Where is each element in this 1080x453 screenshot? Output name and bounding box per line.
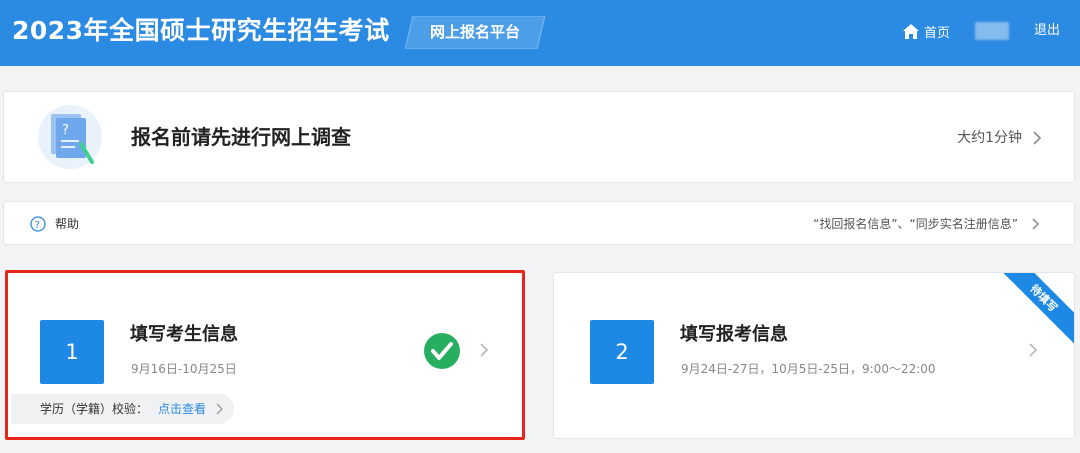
question-circle-icon: ?	[30, 216, 46, 232]
site-title: 2023年全国硕士研究生招生考试	[12, 16, 390, 45]
education-verify-bar: 学历（学籍）校验： 点击查看	[11, 394, 234, 424]
home-label: 首页	[924, 25, 951, 41]
help-label: 帮助	[55, 217, 80, 231]
status-ribbon-label: 待填写	[1027, 282, 1060, 315]
verify-label: 学历（学籍）校验：	[40, 402, 149, 416]
step-dates-2: 9月24日-27日，10月5日-25日，9:00～22:00	[681, 362, 936, 376]
survey-document-icon: ?	[38, 105, 102, 169]
logout-link[interactable]: 退出	[1034, 21, 1060, 41]
survey-card[interactable]: ? 报名前请先进行网上调查 大约1分钟	[3, 91, 1075, 183]
chevron-right-icon	[1032, 218, 1040, 230]
step-title-2: 填写报考信息	[680, 324, 788, 345]
chevron-right-icon	[1033, 131, 1042, 145]
check-circle-icon	[424, 333, 460, 369]
status-ribbon: 待填写	[993, 273, 1074, 349]
help-card[interactable]: ? 帮助 “找回报名信息”、“同步实名注册信息”	[3, 201, 1075, 245]
platform-badge: 网上报名平台	[405, 16, 545, 49]
chevron-right-icon	[480, 343, 489, 357]
step-dates-1: 9月16日-10月25日	[131, 362, 237, 376]
step-number-1: 1	[40, 320, 104, 384]
platform-badge-label: 网上报名平台	[429, 23, 520, 41]
step-title-1: 填写考生信息	[130, 324, 238, 345]
survey-title: 报名前请先进行网上调查	[131, 125, 351, 149]
verify-link[interactable]: 点击查看	[158, 400, 206, 418]
step-number-2: 2	[590, 320, 654, 384]
chevron-right-icon	[1029, 343, 1038, 357]
user-name-blurred[interactable]	[975, 22, 1009, 40]
svg-text:?: ?	[35, 220, 40, 231]
svg-text:?: ?	[62, 123, 69, 138]
top-header: 2023年全国硕士研究生招生考试 网上报名平台 首页 退出	[0, 0, 1080, 66]
home-link[interactable]: 首页	[903, 20, 950, 42]
home-icon	[903, 23, 919, 39]
help-links[interactable]: “找回报名信息”、“同步实名注册信息”	[813, 214, 1018, 234]
survey-duration: 大约1分钟	[957, 130, 1022, 146]
chevron-right-icon	[216, 403, 223, 415]
